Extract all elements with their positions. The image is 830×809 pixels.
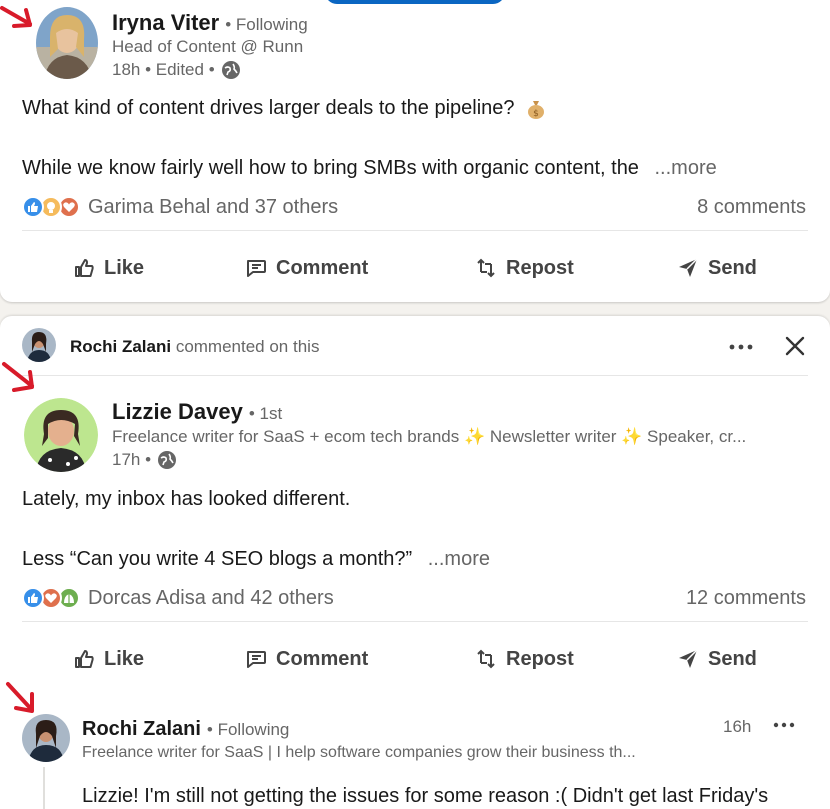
more-options-icon[interactable] xyxy=(728,337,754,357)
connection-degree: • Following xyxy=(225,15,308,34)
post-text-line: Lately, my inbox has looked different. xyxy=(22,488,351,510)
divider xyxy=(22,375,808,376)
avatar[interactable] xyxy=(24,398,98,472)
comment-icon xyxy=(247,260,266,277)
post-text-line: Less “Can you write 4 SEO blogs a month?… xyxy=(22,548,413,570)
avatar[interactable] xyxy=(22,328,56,362)
comments-count[interactable]: 12 comments xyxy=(686,587,806,610)
reactions-count[interactable]: Garima Behal and 37 others xyxy=(88,196,338,219)
comment-time: 16h xyxy=(723,717,752,736)
repost-button[interactable]: Repost xyxy=(474,647,574,671)
author-headline: Freelance writer for SaaS + ecom tech br… xyxy=(112,427,747,446)
like-label: Like xyxy=(104,256,145,279)
repost-icon xyxy=(477,258,495,278)
divider xyxy=(22,621,808,622)
avatar[interactable] xyxy=(36,7,98,79)
send-button[interactable]: Send xyxy=(676,256,757,280)
comment-more-options-icon[interactable] xyxy=(772,716,796,734)
see-more-link[interactable]: ...more xyxy=(428,548,490,570)
connection-degree: • Following xyxy=(206,720,290,739)
post-text-line: What kind of content drives larger deals… xyxy=(22,97,515,119)
repost-button[interactable]: Repost xyxy=(474,256,574,280)
comment-text: Lizzie! I'm still not getting the issues… xyxy=(82,785,769,807)
thumbs-up-icon xyxy=(75,259,94,277)
reaction-icons[interactable] xyxy=(22,196,84,220)
svg-text:$: $ xyxy=(533,109,539,119)
like-icon xyxy=(22,587,44,609)
commenter-name[interactable]: Rochi Zalani xyxy=(82,718,201,741)
post-meta: 17h • xyxy=(112,450,152,469)
post-meta: 18h • Edited • xyxy=(112,60,215,79)
like-label: Like xyxy=(104,647,145,670)
commenter-avatar[interactable] xyxy=(22,714,70,762)
comment-label: Comment xyxy=(276,256,369,279)
comments-count[interactable]: 8 comments xyxy=(697,196,806,219)
comment-thread-line xyxy=(43,767,45,809)
like-button[interactable]: Like xyxy=(72,256,144,280)
see-more-link[interactable]: ...more xyxy=(655,157,717,179)
author-headline: Head of Content @ Runn xyxy=(112,37,304,56)
comment-label: Comment xyxy=(276,647,369,670)
post-text-line: While we know fairly well how to bring S… xyxy=(22,157,639,179)
feed-post-iryna: Iryna Viter • Following Head of Content … xyxy=(0,0,830,302)
red-annotation-arrow xyxy=(2,362,34,392)
red-annotation-arrow xyxy=(0,6,32,28)
divider xyxy=(22,230,808,231)
comment-icon xyxy=(247,651,266,668)
repost-icon xyxy=(477,649,495,669)
send-icon xyxy=(679,258,698,277)
comment-button[interactable]: Comment xyxy=(244,256,368,280)
connection-degree: • 1st xyxy=(248,404,283,423)
like-button[interactable]: Like xyxy=(72,647,144,671)
like-icon xyxy=(22,196,44,218)
thumbs-up-icon xyxy=(75,650,94,668)
context-text: commented on this xyxy=(175,337,320,356)
repost-label: Repost xyxy=(506,256,574,279)
context-actor-name[interactable]: Rochi Zalani xyxy=(70,337,171,356)
reaction-icons[interactable] xyxy=(22,587,84,611)
commenter-headline: Freelance writer for SaaS | I help softw… xyxy=(82,744,636,761)
repost-label: Repost xyxy=(506,647,574,670)
send-label: Send xyxy=(708,256,757,279)
money-bag-icon: $ xyxy=(527,100,544,119)
feed-post-lizzie: Rochi Zalani commented on this Lizzie Da… xyxy=(0,316,830,809)
red-annotation-arrow xyxy=(6,682,34,713)
comment-button[interactable]: Comment xyxy=(244,647,368,671)
globe-icon xyxy=(221,61,240,79)
close-icon[interactable] xyxy=(783,334,807,358)
send-icon xyxy=(679,649,698,668)
send-button[interactable]: Send xyxy=(676,647,757,671)
globe-icon xyxy=(158,451,177,469)
new-posts-pill[interactable] xyxy=(325,0,505,4)
author-name[interactable]: Lizzie Davey xyxy=(112,399,243,425)
send-label: Send xyxy=(708,647,757,670)
reactions-count[interactable]: Dorcas Adisa and 42 others xyxy=(88,587,334,610)
author-name[interactable]: Iryna Viter xyxy=(112,10,219,36)
